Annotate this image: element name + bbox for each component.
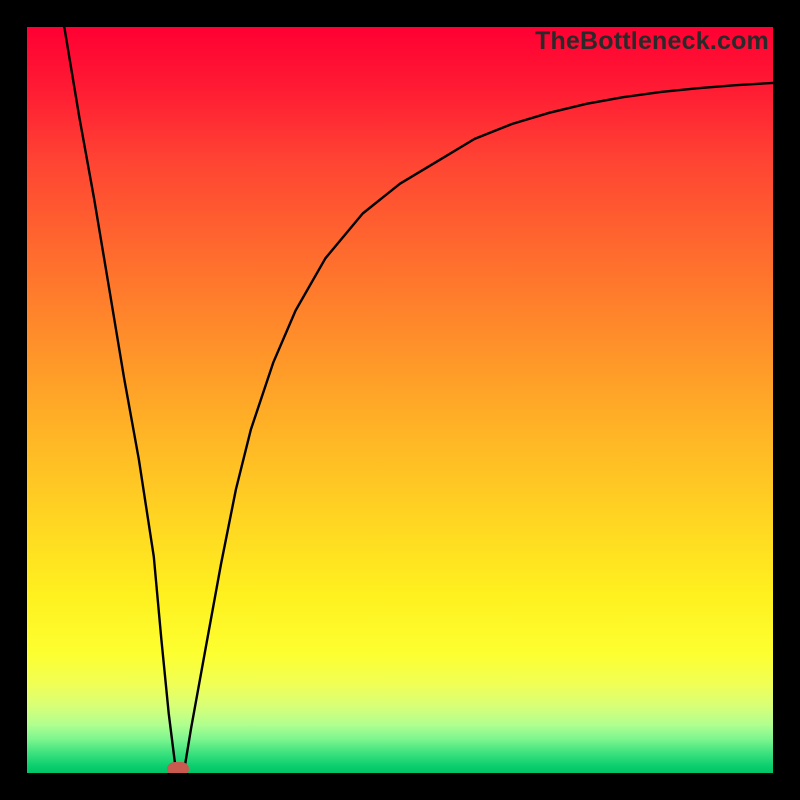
bottleneck-curve bbox=[27, 27, 773, 773]
plot-area: TheBottleneck.com bbox=[27, 27, 773, 773]
chart-frame: TheBottleneck.com bbox=[0, 0, 800, 800]
watermark-text: TheBottleneck.com bbox=[535, 27, 769, 56]
optimal-point-marker bbox=[167, 762, 189, 773]
